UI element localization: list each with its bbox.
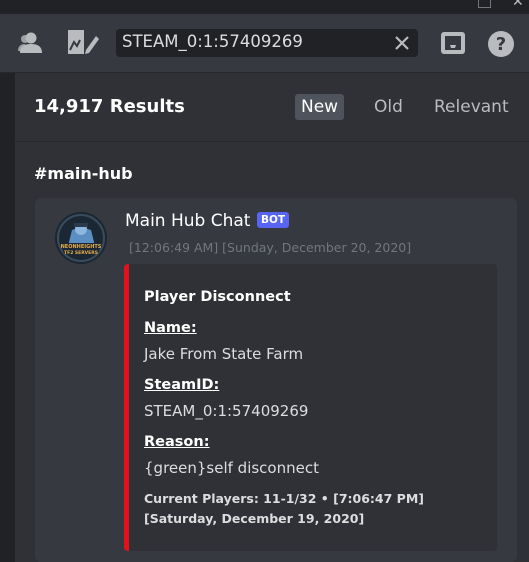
sort-relevant-button[interactable]: Relevant [428,94,515,120]
edit-notes-icon[interactable] [66,28,100,58]
results-count: 14,917 Results [34,96,185,117]
sort-old-button[interactable]: Old [368,94,409,120]
sort-new-button[interactable]: New [295,94,345,120]
bot-badge: BOT [257,212,290,228]
embed-field-name: Name: [144,320,197,336]
embed-field-value: {green}self disconnect [144,459,319,477]
clear-search-icon[interactable] [394,35,410,51]
embed-title: Player Disconnect [144,289,291,305]
inbox-icon[interactable] [440,31,466,55]
embed-field-value: STEAM_0:1:57409269 [144,402,309,420]
help-icon[interactable]: ? [487,30,515,58]
title-bar: ✕ [0,0,529,14]
svg-text:TF2 SERVERS: TF2 SERVERS [64,250,98,256]
results-header: 14,917 Results New Old Relevant [15,73,529,142]
member-list-icon[interactable] [17,31,47,55]
embed-footer: Current Players: 11-1/32 • [7:06:47 PM] … [144,491,424,526]
message-embed: Player Disconnect Name: Jake From State … [124,264,497,551]
search-input[interactable]: STEAM_0:1:57409269 [116,29,418,57]
chat-area-edge [0,73,14,562]
channel-toolbar: STEAM_0:1:57409269 ? [0,14,529,73]
embed-field-name: SteamID: [144,377,220,393]
neonheights-logo-icon: NEONHEIGHTS TF2 SERVERS [55,212,107,264]
svg-text:NEONHEIGHTS: NEONHEIGHTS [61,244,102,250]
message-timestamp: [12:06:49 AM] [Sunday, December 20, 2020… [129,240,412,255]
restore-window-icon[interactable] [478,0,491,8]
embed-field-value: Jake From State Farm [144,345,304,363]
svg-text:?: ? [496,34,506,55]
search-query: STEAM_0:1:57409269 [122,32,303,51]
channel-name[interactable]: #main-hub [34,164,133,183]
avatar[interactable]: NEONHEIGHTS TF2 SERVERS [55,212,107,264]
close-window-icon[interactable]: ✕ [512,0,524,10]
search-result-message[interactable]: NEONHEIGHTS TF2 SERVERS Main Hub Chat BO… [35,198,517,562]
search-results-panel: 14,917 Results New Old Relevant #main-hu… [15,73,529,562]
embed-field-name: Reason: [144,434,210,450]
author-name[interactable]: Main Hub Chat [125,211,250,231]
